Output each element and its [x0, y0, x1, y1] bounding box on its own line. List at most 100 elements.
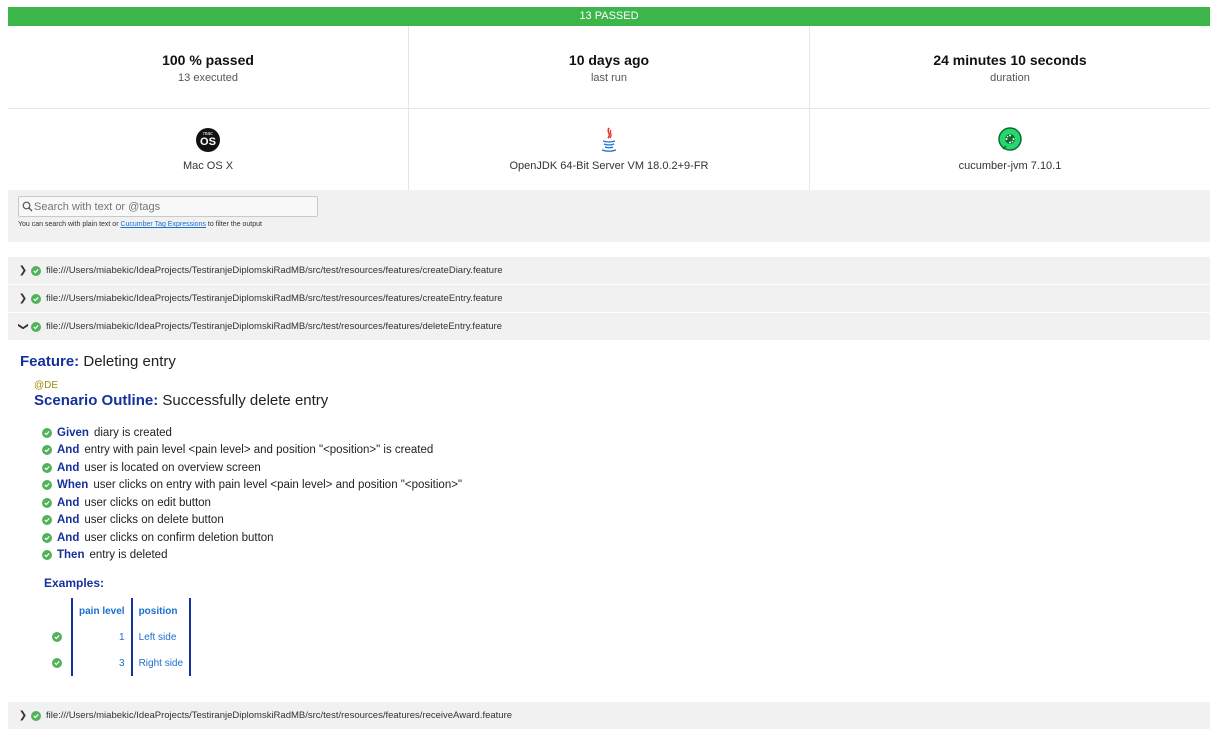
stat-passed: 100 % passed 13 executed — [8, 26, 409, 108]
passed-check-icon — [52, 657, 62, 668]
step-keyword: When — [57, 479, 89, 492]
search-icon — [22, 201, 33, 212]
step: And user clicks on edit button — [42, 494, 1210, 512]
stat-duration-caption: duration — [990, 72, 1030, 84]
step-keyword: And — [57, 531, 80, 544]
examples-header-row: pain level position — [52, 598, 192, 624]
passed-count-label: 13 PASSED — [579, 10, 639, 22]
passed-status-bar: 13 PASSED — [8, 7, 1210, 26]
scenario-heading: Scenario Outline: Successfully delete en… — [34, 392, 1210, 409]
step-text: entry with pain level <pain level> and p… — [84, 444, 434, 457]
passed-check-icon — [31, 710, 41, 721]
passed-check-icon — [31, 265, 41, 276]
step-text: user clicks on entry with pain level <pa… — [93, 479, 463, 492]
passed-check-icon — [42, 497, 52, 508]
env-runtime-label: OpenJDK 64-Bit Server VM 18.0.2+9-FR — [509, 160, 709, 172]
stat-passed-caption: 13 executed — [178, 72, 238, 84]
stat-duration: 24 minutes 10 seconds duration — [810, 26, 1210, 108]
step-keyword: And — [57, 444, 80, 457]
feature-file-path: file:///Users/miabekic/IdeaProjects/Test… — [46, 293, 503, 304]
step-text: user clicks on delete button — [84, 514, 224, 527]
env-tool-label: cucumber-jvm 7.10.1 — [958, 160, 1062, 172]
step-keyword: Then — [57, 549, 85, 562]
stat-passed-value: 100 % passed — [162, 52, 254, 68]
feature-file-row-expanded[interactable]: ❯ file:///Users/miabekic/IdeaProjects/Te… — [8, 313, 1210, 341]
step: When user clicks on entry with pain leve… — [42, 477, 1210, 495]
cucumber-icon — [998, 127, 1022, 151]
examples-table: pain level position 1 Left side 3 Right … — [52, 598, 192, 676]
search-panel: You can search with plain text or Cucumb… — [8, 190, 1210, 242]
step: And user clicks on delete button — [42, 512, 1210, 530]
env-os-label: Mac OS X — [182, 160, 234, 172]
search-help-suffix: to filter the output — [205, 221, 262, 228]
step-keyword: And — [57, 461, 80, 474]
stat-last-run-caption: last run — [590, 72, 628, 84]
step-list: Given diary is created And entry with pa… — [42, 424, 1210, 564]
search-input[interactable] — [34, 200, 304, 213]
feature-file-row[interactable]: ❯ file:///Users/miabekic/IdeaProjects/Te… — [8, 702, 1210, 730]
step-text: user clicks on edit button — [84, 496, 211, 509]
passed-check-icon — [31, 321, 41, 332]
step-text: entry is deleted — [89, 549, 168, 562]
java-icon — [601, 127, 617, 152]
examples-header-pain-level: pain level — [71, 598, 131, 624]
passed-check-icon — [31, 293, 41, 304]
step-keyword: Given — [57, 426, 89, 439]
step-keyword: And — [57, 514, 80, 527]
step: And user is located on overview screen — [42, 459, 1210, 477]
feature-file-row[interactable]: ❯ file:///Users/miabekic/IdeaProjects/Te… — [8, 285, 1210, 313]
feature-file-row[interactable]: ❯ file:///Users/miabekic/IdeaProjects/Te… — [8, 257, 1210, 285]
examples-cell-pain-level: 3 — [71, 650, 131, 676]
env-runtime: OpenJDK 64-Bit Server VM 18.0.2+9-FR — [409, 109, 810, 190]
scenario-tag: @DE — [34, 380, 59, 391]
chevron-right-icon[interactable]: ❯ — [18, 710, 28, 721]
passed-check-icon — [52, 631, 62, 642]
step: And user clicks on confirm deletion butt… — [42, 529, 1210, 547]
passed-check-icon — [42, 427, 52, 438]
scenario-keyword: Scenario Outline: — [34, 392, 159, 409]
stat-last-run-value: 10 days ago — [568, 52, 650, 68]
macos-icon: mac OS — [196, 128, 220, 152]
examples-cell-pain-level: 1 — [71, 624, 131, 650]
passed-check-icon — [42, 515, 52, 526]
feature-file-path: file:///Users/miabekic/IdeaProjects/Test… — [46, 321, 503, 332]
examples-row: 1 Left side — [52, 624, 192, 650]
step-text: user is located on overview screen — [84, 461, 261, 474]
feature-file-list: ❯ file:///Users/miabekic/IdeaProjects/Te… — [8, 257, 1210, 730]
feature-name: Deleting entry — [83, 353, 176, 370]
tag-expressions-link[interactable]: Cucumber Tag Expressions — [120, 221, 205, 228]
search-help-text: You can search with plain text or Cucumb… — [18, 221, 1200, 228]
feature-heading: Feature: Deleting entry — [20, 353, 1210, 370]
env-tool: cucumber-jvm 7.10.1 — [810, 109, 1210, 190]
scenario-name: Successfully delete entry — [162, 392, 329, 409]
passed-check-icon — [42, 550, 52, 561]
feature-keyword: Feature: — [20, 353, 80, 370]
examples-cell-position: Right side — [130, 650, 192, 676]
chevron-right-icon[interactable]: ❯ — [18, 265, 28, 276]
step: And entry with pain level <pain level> a… — [42, 442, 1210, 460]
step: Then entry is deleted — [42, 547, 1210, 565]
examples-heading: Examples: — [44, 576, 105, 590]
examples-header-position: position — [130, 598, 192, 624]
env-os: mac OS Mac OS X — [8, 109, 409, 190]
stat-last-run: 10 days ago last run — [409, 26, 810, 108]
step-keyword: And — [57, 496, 80, 509]
passed-check-icon — [42, 462, 52, 473]
passed-check-icon — [42, 445, 52, 456]
stat-duration-value: 24 minutes 10 seconds — [933, 52, 1087, 68]
feature-file-path: file:///Users/miabekic/IdeaProjects/Test… — [46, 710, 513, 721]
search-box[interactable] — [18, 196, 318, 217]
step-text: diary is created — [93, 426, 172, 439]
feature-detail: Feature: Deleting entry @DE Scenario Out… — [8, 341, 1210, 702]
environment-row: mac OS Mac OS X OpenJDK 64-Bit Server VM… — [8, 109, 1210, 190]
passed-check-icon — [42, 532, 52, 543]
chevron-down-icon[interactable]: ❯ — [18, 322, 29, 332]
stats-row: 100 % passed 13 executed 10 days ago las… — [8, 26, 1210, 109]
report-container: 13 PASSED 100 % passed 13 executed 10 da… — [8, 0, 1210, 730]
chevron-right-icon[interactable]: ❯ — [18, 293, 28, 304]
step: Given diary is created — [42, 424, 1210, 442]
step-text: user clicks on confirm deletion button — [84, 531, 274, 544]
passed-check-icon — [42, 480, 52, 491]
examples-cell-position: Left side — [130, 624, 192, 650]
search-help-prefix: You can search with plain text or — [18, 221, 121, 228]
